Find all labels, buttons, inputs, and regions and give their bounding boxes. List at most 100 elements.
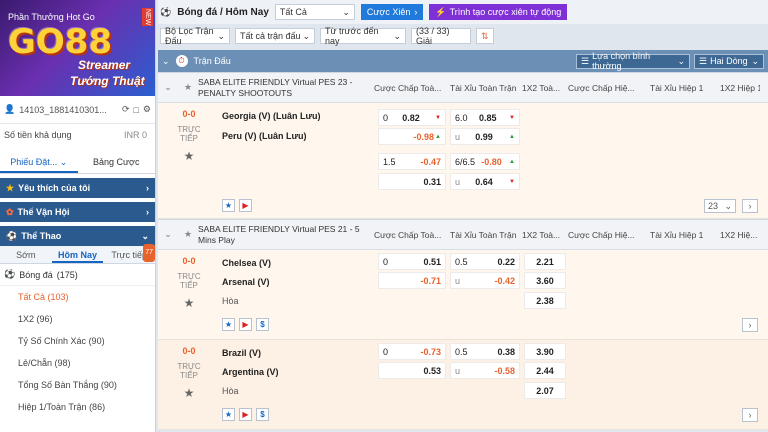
star-icon[interactable]: ★	[178, 82, 198, 93]
tab-early[interactable]: Sớm	[0, 246, 52, 263]
odds-cell[interactable]: u 0.64 ▼	[450, 173, 520, 190]
odds-cell[interactable]: u -0.42	[450, 272, 520, 289]
new-badge: NEW	[142, 8, 153, 27]
league-count[interactable]: (33 / 33) Giải	[411, 26, 471, 46]
odds-cell[interactable]: 1.5 -0.47	[378, 153, 446, 170]
dollar-icon[interactable]: $	[256, 318, 269, 331]
account-id: 14103_1881410301...	[19, 104, 107, 115]
sidebar-item-olympics[interactable]: ✿ Thế Vận Hội ›	[0, 202, 155, 222]
league-name: SABA ELITE FRIENDLY Virtual PES 21 - 5 M…	[198, 223, 360, 245]
favorite-star-icon[interactable]: ★	[180, 149, 198, 163]
draw-label: Hòa	[222, 296, 239, 306]
star-outline-icon[interactable]: ★	[222, 318, 235, 331]
odds-cell[interactable]: u 0.99 ▲	[450, 128, 520, 145]
odds-cell[interactable]: 3.60	[524, 272, 566, 289]
soccer-ball-icon: ⚽	[160, 6, 172, 17]
match-controls: ★ ▶ $	[222, 408, 269, 421]
sort-icon[interactable]: ⇅	[476, 28, 494, 44]
match-controls: ★ ▶ $	[222, 318, 269, 331]
star-icon[interactable]: ★	[178, 229, 198, 240]
more-bets-button[interactable]: ›	[742, 408, 758, 422]
match-row: 0-0 TRỰC TIẾP ★ Brazil (V) Argentina (V)…	[158, 340, 768, 430]
chevron-down-icon: ⌄	[217, 30, 225, 41]
top-toolbar: ⚽ Bóng đá / Hôm Nay Tất Cả ⌄ Cược Xiên › ⚡…	[158, 0, 768, 24]
market-odd-even[interactable]: Lẻ/Chẵn (98)	[0, 352, 155, 374]
odds-cell[interactable]: 2.38	[524, 292, 566, 309]
match-filter-select[interactable]: Tất cả trận đấu ⌄	[235, 28, 315, 44]
odds-cell[interactable]: 2.07	[524, 382, 566, 399]
account-row: 👤 14103_1881410301... ⟳ □ ⚙	[0, 96, 155, 124]
collapse-icon[interactable]: ⌄	[158, 82, 178, 93]
odds-cell[interactable]: 0.5 0.22	[450, 253, 520, 270]
chat-icon[interactable]: □	[133, 105, 138, 115]
star-outline-icon[interactable]: ★	[222, 199, 235, 212]
brand-logo: GO88	[8, 22, 113, 62]
more-bets-select[interactable]: 23 ⌄	[704, 199, 736, 213]
line-type-select[interactable]: ☰ Hai Dòng ⌄	[694, 53, 764, 69]
col-header: 1X2 Toà...	[522, 229, 561, 240]
odds-cell[interactable]: -0.98 ▲	[378, 128, 446, 145]
star-outline-icon[interactable]: ★	[222, 408, 235, 421]
odds-type-select[interactable]: ☰ Lựa chọn bình thường ⌄	[576, 51, 690, 71]
section-header: ⌄ ⏱ Trận Đấu ☰ Lựa chọn bình thường ⌄ ☰ Hai…	[158, 50, 768, 72]
league-filter-select[interactable]: Bộ Lọc Trận Đấu ⌄	[160, 26, 230, 46]
play-icon[interactable]: ▶	[239, 199, 252, 212]
tab-bet-list[interactable]: Bảng Cược	[78, 150, 156, 173]
league-header: ⌄ ★ SABA ELITE FRIENDLY Virtual PES 23 -…	[158, 73, 768, 103]
date-tabs: Sớm Hôm Nay Trực tiếp 77	[0, 244, 156, 264]
odds-cell[interactable]: 0.5 0.38	[450, 343, 520, 360]
odds-cell[interactable]: 6/6.5 -0.80 ▲	[450, 153, 520, 170]
odds-cell[interactable]: 0 0.82 ▼	[378, 109, 446, 126]
sidebar-item-sports[interactable]: ⚽ Thể Thao ⌄	[0, 226, 155, 246]
tab-today[interactable]: Hôm Nay	[51, 246, 104, 263]
odds-cell[interactable]: 0 -0.73	[378, 343, 446, 360]
star-icon: ★	[6, 182, 15, 193]
chevron-right-icon: ›	[146, 183, 149, 193]
sidebar-item-favorites[interactable]: ★ Yêu thích của tôi ›	[0, 178, 155, 198]
collapse-icon[interactable]: ⌄	[158, 229, 178, 240]
live-count-badge: 77	[143, 244, 156, 262]
odds-cell[interactable]: u -0.58	[450, 362, 520, 379]
sport-soccer[interactable]: ⚽ Bóng đá (175)	[0, 264, 155, 286]
filter-select[interactable]: Tất Cả ⌄	[274, 4, 355, 20]
col-header: 1X2 Hiệ...	[720, 229, 758, 240]
chevron-down-icon: ⌄	[751, 55, 759, 66]
ball-icon: ⚽	[6, 230, 18, 241]
more-bets-button[interactable]: ›	[742, 199, 758, 213]
away-team: Argentina (V)	[222, 367, 279, 377]
odds-cell[interactable]: 2.21	[524, 253, 566, 270]
odds-cell[interactable]: 2.44	[524, 362, 566, 379]
market-1x2[interactable]: 1X2 (96)	[0, 308, 155, 330]
play-icon[interactable]: ▶	[239, 408, 252, 421]
user-icon: 👤	[4, 104, 16, 114]
collapse-icon[interactable]: ⌄	[162, 56, 170, 67]
time-filter-select[interactable]: Từ trước đến nay ⌄	[320, 26, 406, 46]
chevron-down-icon: ⌄	[677, 55, 685, 66]
live-label: TRỰC TIẾP	[177, 362, 201, 380]
settings-icon[interactable]: ⚙	[143, 104, 151, 115]
chevron-down-icon: ⌄	[724, 200, 732, 211]
auto-combo-button[interactable]: ⚡ Trình tạo cược xiên tự động	[429, 4, 568, 20]
tab-live[interactable]: Trực tiếp 77	[103, 244, 156, 263]
combo-button[interactable]: Cược Xiên ›	[360, 4, 424, 20]
market-total-goals[interactable]: Tổng Số Bàn Thắng (90)	[0, 374, 155, 396]
odds-cell[interactable]: 0.53	[378, 362, 446, 379]
market-ht-ft[interactable]: Hiệp 1/Toàn Trận (86)	[0, 396, 155, 418]
tab-betslip[interactable]: Phiếu Đặt... ⌄	[0, 150, 78, 173]
col-header: Cược Chấp Toà...	[374, 229, 442, 240]
promo-banner[interactable]: Phần Thưởng Hot Go GO88 Streamer Tướng T…	[0, 0, 155, 96]
dollar-icon[interactable]: $	[256, 408, 269, 421]
market-all[interactable]: Tất Cả (103)	[0, 286, 155, 308]
odds-cell[interactable]: 0.31	[378, 173, 446, 190]
odds-cell[interactable]: 6.0 0.85 ▼	[450, 109, 520, 126]
favorite-star-icon[interactable]: ★	[180, 296, 198, 310]
favorite-star-icon[interactable]: ★	[180, 386, 198, 400]
more-bets-button[interactable]: ›	[742, 318, 758, 332]
market-correct-score[interactable]: Tỷ Số Chính Xác (90)	[0, 330, 155, 352]
refresh-icon[interactable]: ⟳	[122, 104, 130, 115]
odds-cell[interactable]: 3.90	[524, 343, 566, 360]
league-group: ⌄ ★ SABA ELITE FRIENDLY Virtual PES 21 -…	[158, 219, 768, 430]
odds-cell[interactable]: 0 0.51	[378, 253, 446, 270]
play-icon[interactable]: ▶	[239, 318, 252, 331]
odds-cell[interactable]: -0.71	[378, 272, 446, 289]
